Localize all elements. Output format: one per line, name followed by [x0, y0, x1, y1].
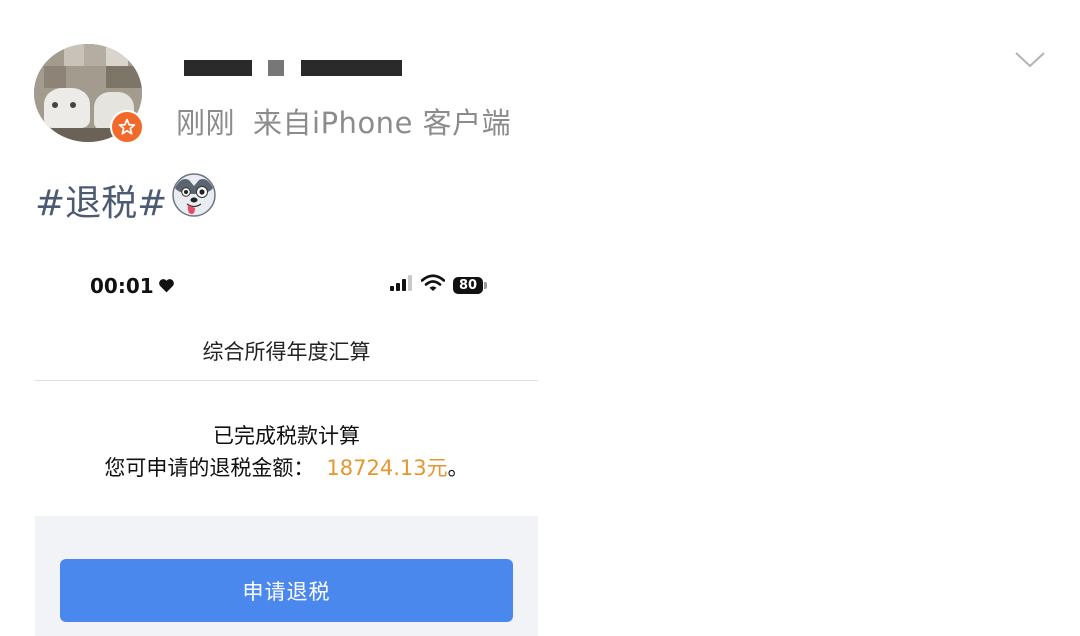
wifi-icon [420, 274, 446, 296]
chevron-down-icon[interactable] [1014, 50, 1046, 74]
signal-icon [389, 275, 413, 295]
divider [35, 380, 538, 381]
refund-label: 您可申请的退税金额： [104, 456, 315, 480]
page-title: 综合所得年度汇算 [202, 340, 371, 364]
post-meta: 刚刚 来自iPhone 客户端 [176, 100, 511, 142]
refund-suffix: 。 [447, 456, 469, 480]
calculation-done-text: 已完成税款计算 [213, 424, 360, 448]
apply-refund-button[interactable]: 申请退税 [60, 559, 513, 622]
heart-icon [158, 274, 175, 298]
post-source[interactable]: 来自iPhone 客户端 [253, 106, 511, 140]
username-redacted[interactable] [184, 60, 252, 76]
post-time: 刚刚 [176, 106, 236, 140]
status-time-text: 00:01 [90, 274, 154, 298]
battery-level: 80 [453, 276, 483, 294]
star-badge-icon [110, 110, 144, 144]
username-redacted[interactable] [268, 60, 284, 76]
refund-amount-line: 您可申请的退税金额： 18724.13元。 [35, 452, 538, 482]
battery-icon: 80 [453, 276, 487, 294]
husky-tongue-emoji [171, 172, 217, 227]
status-bar-right: 80 [389, 274, 487, 296]
post-text: #退税# [35, 172, 217, 227]
refund-amount: 18724.13元 [326, 456, 448, 480]
username-redacted[interactable] [301, 60, 402, 76]
hashtag-link[interactable]: #退税# [35, 174, 167, 226]
status-bar-time: 00:01 [90, 274, 175, 298]
